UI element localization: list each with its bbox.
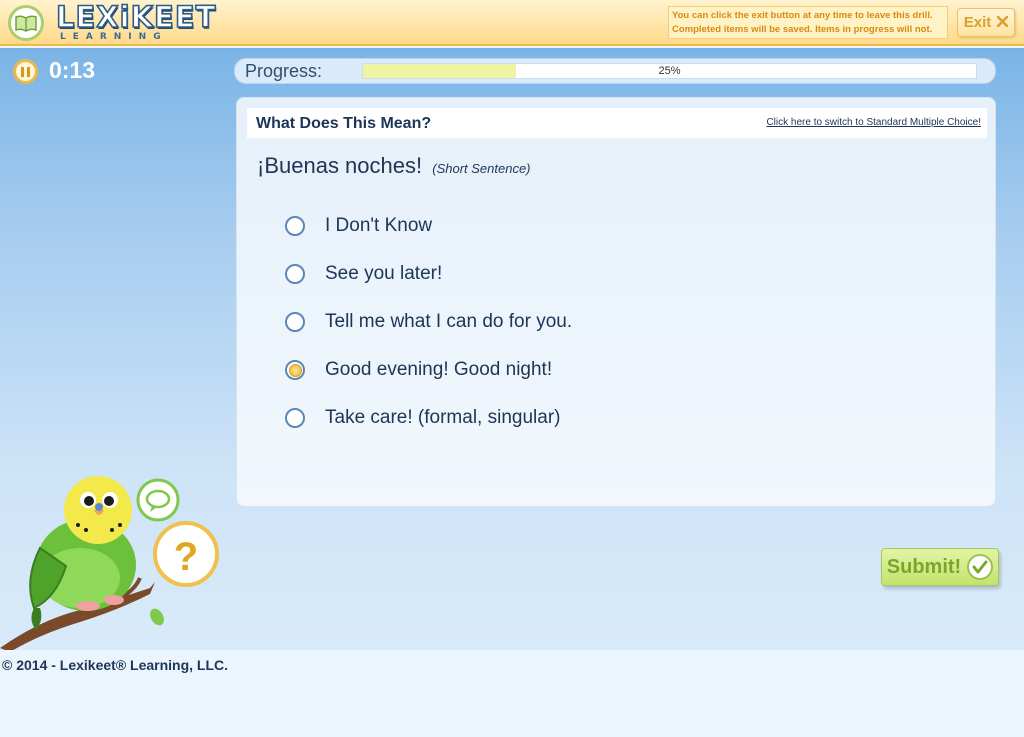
answer-option-label: Good evening! Good night!	[325, 359, 553, 380]
submit-label: Submit!	[886, 555, 962, 578]
answer-option[interactable]: I Don't Know	[285, 202, 572, 250]
answer-option[interactable]: Tell me what I can do for you.	[285, 298, 572, 346]
answer-option-label: Tell me what I can do for you.	[325, 311, 573, 332]
parakeet-mascot-illustration: ?	[0, 470, 230, 656]
progress-percent: 25%	[658, 65, 681, 77]
answer-option-label: I Don't Know	[325, 215, 433, 236]
radio-button[interactable]	[285, 216, 305, 236]
exit-button[interactable]: Exit	[957, 8, 1015, 37]
question-header: What Does This Mean? Click here to switc…	[247, 108, 987, 138]
radio-button[interactable]	[285, 408, 305, 428]
pause-icon-bar	[27, 66, 30, 77]
question-title: What Does This Mean?	[256, 115, 432, 132]
exit-label: Exit	[963, 14, 992, 31]
answer-option[interactable]: Good evening! Good night!	[285, 346, 572, 394]
book-icon	[8, 5, 44, 41]
radio-button[interactable]	[285, 360, 305, 380]
check-icon	[967, 554, 994, 580]
answer-options: I Don't Know See you later! Tell me what I…	[285, 202, 572, 442]
copyright-text: © 2014 - Lexikeet® Learning, LLC.	[2, 657, 229, 673]
close-icon	[996, 14, 1009, 31]
switch-mode-link[interactable]: Click here to switch to Standard Multipl…	[766, 117, 981, 128]
progress-section: Progress: 25%	[234, 58, 996, 84]
header-bar: LEXiKEET LEARNING You can click the exit…	[0, 0, 1024, 46]
logo-wordmark: LEXiKEET	[55, 0, 217, 34]
answer-option-label: Take care! (formal, singular)	[325, 407, 561, 428]
radio-button[interactable]	[285, 264, 305, 284]
answer-option[interactable]: See you later!	[285, 250, 572, 298]
footer: © 2014 - Lexikeet® Learning, LLC.	[0, 650, 1024, 737]
radio-button[interactable]	[285, 312, 305, 332]
exit-note: You can click the exit button at any tim…	[668, 6, 948, 39]
pause-button[interactable]	[13, 59, 38, 84]
logo-subtitle: LEARNING	[60, 32, 168, 42]
question-panel: What Does This Mean? Click here to switc…	[236, 97, 996, 507]
submit-button[interactable]: Submit!	[881, 548, 999, 586]
svg-text:?: ?	[174, 535, 198, 579]
pause-icon-bar	[21, 66, 24, 77]
timer: 0:13	[49, 57, 96, 83]
answer-option[interactable]: Take care! (formal, singular)	[285, 394, 572, 442]
answer-option-label: See you later!	[325, 263, 443, 284]
progress-label: Progress:	[245, 61, 323, 81]
prompt-text: ¡Buenas noches!	[257, 153, 423, 178]
progress-bar: 25%	[362, 63, 977, 79]
question-prompt: ¡Buenas noches! (Short Sentence)	[257, 153, 531, 179]
prompt-type: (Short Sentence)	[432, 161, 531, 176]
